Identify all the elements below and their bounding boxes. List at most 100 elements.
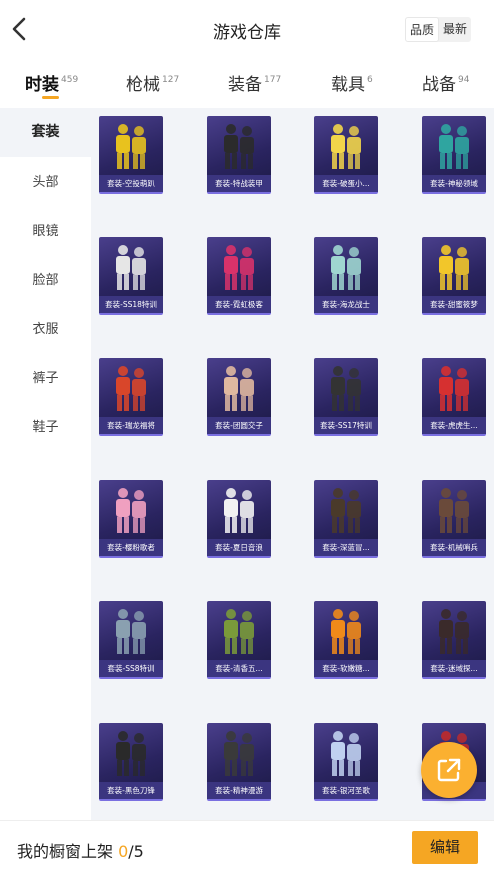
outfit-card-label: 套装-海龙战士 [314,296,378,313]
outfit-card[interactable]: 套装-虎虎生... [422,358,486,436]
outfit-card-label: 套装-神秘领域 [422,175,486,192]
tab-supplies[interactable]: 战备 94 [422,70,469,95]
tab-count: 459 [61,75,79,85]
outfit-card-label: 套装-虎虎生... [422,417,486,434]
footer: 我的橱窗上架 0/5 编辑 [0,820,494,875]
sort-newest-button[interactable]: 最新 [439,17,471,42]
outfit-card-label: 套装-瑞龙福将 [99,417,163,434]
active-tab-indicator [42,96,59,99]
outfit-card[interactable]: 套装-特战装甲 [207,116,271,194]
outfit-card-label: 套装-SS8特训 [99,660,163,677]
outfit-card[interactable]: 套装-破蛋小... [314,116,378,194]
tab-equipment[interactable]: 装备 177 [228,70,281,95]
outfit-card-label: 套装-SS18特训 [99,296,163,313]
sort-toggle: 品质 最新 [405,17,472,42]
outfit-figure-image [331,609,361,654]
tab-count: 177 [264,75,282,85]
outfit-card[interactable]: 套装-樱粉歌者 [99,480,163,558]
outfit-figure-image [439,366,469,411]
outfit-figure-image [224,245,254,290]
tab-label: 枪械 [126,75,160,95]
outfit-card[interactable]: 套装-黑色刀锋 [99,723,163,801]
outfit-card[interactable]: 套装-机械哨兵 [422,480,486,558]
outfit-card-label: 套装-霓虹极客 [207,296,271,313]
outfit-card-label: 套装-迷域探... [422,660,486,677]
outfit-card-label: 套装-SS17特训 [314,417,378,434]
outfit-card-label: 套装-银河圣歌 [314,782,378,799]
tab-label: 时装 [25,75,59,95]
outfit-card-label: 套装-黑色刀锋 [99,782,163,799]
outfit-card[interactable]: 套装-SS18特训 [99,237,163,315]
outfit-card-label: 套装-甜蜜筱梦 [422,296,486,313]
outfit-figure-image [331,124,361,169]
sidebar-item-shoes[interactable]: 鞋子 [0,403,91,452]
showcase-label: 我的橱窗上架 [17,842,119,861]
outfit-card[interactable]: 套装-精神漫游 [207,723,271,801]
outfit-figure-image [439,609,469,654]
outfit-card-label: 套装-樱粉歌者 [99,539,163,556]
outfit-figure-image [116,488,146,533]
outfit-card[interactable]: 套装-空投萌趴 [99,116,163,194]
outfit-figure-image [116,366,146,411]
item-grid: 套装-空投萌趴 套装-特战装甲 套装-破蛋小... 套装-神秘领域 套装-SS18特训套… [91,108,494,820]
edit-button[interactable]: 编辑 [412,831,478,864]
outfit-figure-image [331,488,361,533]
outfit-figure-image [224,124,254,169]
outfit-figure-image [224,731,254,776]
sidebar-item-head[interactable]: 头部 [0,158,91,207]
sidebar-item-pants[interactable]: 裤子 [0,354,91,403]
outfit-figure-image [116,609,146,654]
external-link-icon [437,758,461,782]
outfit-figure-image [224,366,254,411]
sidebar: 套装 头部 眼镜 脸部 衣服 裤子 鞋子 [0,108,91,820]
outfit-card-label: 套装-特战装甲 [207,175,271,192]
tab-fashion[interactable]: 时装 459 [25,70,78,95]
share-button[interactable] [421,742,477,798]
tab-guns[interactable]: 枪械 127 [126,70,179,95]
outfit-figure-image [224,488,254,533]
outfit-card[interactable]: 套装-神秘领域 [422,116,486,194]
sidebar-item-face[interactable]: 脸部 [0,256,91,305]
tab-count: 94 [458,75,470,85]
outfit-card[interactable]: 套装-清香五... [207,601,271,679]
outfit-card-label: 套装-破蛋小... [314,175,378,192]
tab-count: 6 [367,75,373,85]
outfit-figure-image [331,245,361,290]
outfit-card[interactable]: 套装-SS17特训 [314,358,378,436]
tab-label: 战备 [422,75,456,95]
outfit-card-label: 套装-团圆交子 [207,417,271,434]
outfit-card[interactable]: 套装-甜蜜筱梦 [422,237,486,315]
sort-quality-button[interactable]: 品质 [405,17,440,42]
outfit-card[interactable]: 套装-深蓝冒... [314,480,378,558]
category-tabs: 时装 459 枪械 127 装备 177 载具 6 战备 94 [0,58,494,106]
outfit-figure-image [439,488,469,533]
outfit-card-label: 套装-空投萌趴 [99,175,163,192]
outfit-card[interactable]: 套装-SS8特训 [99,601,163,679]
outfit-card[interactable]: 套装-瑞龙福将 [99,358,163,436]
outfit-card[interactable]: 套装-银河圣歌 [314,723,378,801]
tab-count: 127 [162,75,180,85]
showcase-current-count: 0 [118,842,129,861]
outfit-figure-image [116,245,146,290]
showcase-max-count: /5 [128,842,144,861]
sidebar-item-set[interactable]: 套装 [0,108,91,157]
outfit-card-label: 套装-清香五... [207,660,271,677]
outfit-card[interactable]: 套装-迷域探... [422,601,486,679]
outfit-card-label: 套装-精神漫游 [207,782,271,799]
outfit-card[interactable]: 套装-海龙战士 [314,237,378,315]
outfit-card[interactable]: 套装-团圆交子 [207,358,271,436]
outfit-card-label: 套装-软嫩糖... [314,660,378,677]
outfit-figure-image [439,245,469,290]
outfit-card-label: 套装-深蓝冒... [314,539,378,556]
outfit-card[interactable]: 套装-霓虹极客 [207,237,271,315]
header: 游戏仓库 品质 最新 [0,0,494,58]
outfit-card[interactable]: 套装-软嫩糖... [314,601,378,679]
outfit-figure-image [331,731,361,776]
tab-label: 装备 [228,75,262,95]
outfit-figure-image [116,731,146,776]
outfit-figure-image [224,609,254,654]
sidebar-item-clothes[interactable]: 衣服 [0,305,91,354]
tab-vehicles[interactable]: 载具 6 [331,70,373,95]
sidebar-item-glasses[interactable]: 眼镜 [0,207,91,256]
outfit-card[interactable]: 套装-夏日音浪 [207,480,271,558]
